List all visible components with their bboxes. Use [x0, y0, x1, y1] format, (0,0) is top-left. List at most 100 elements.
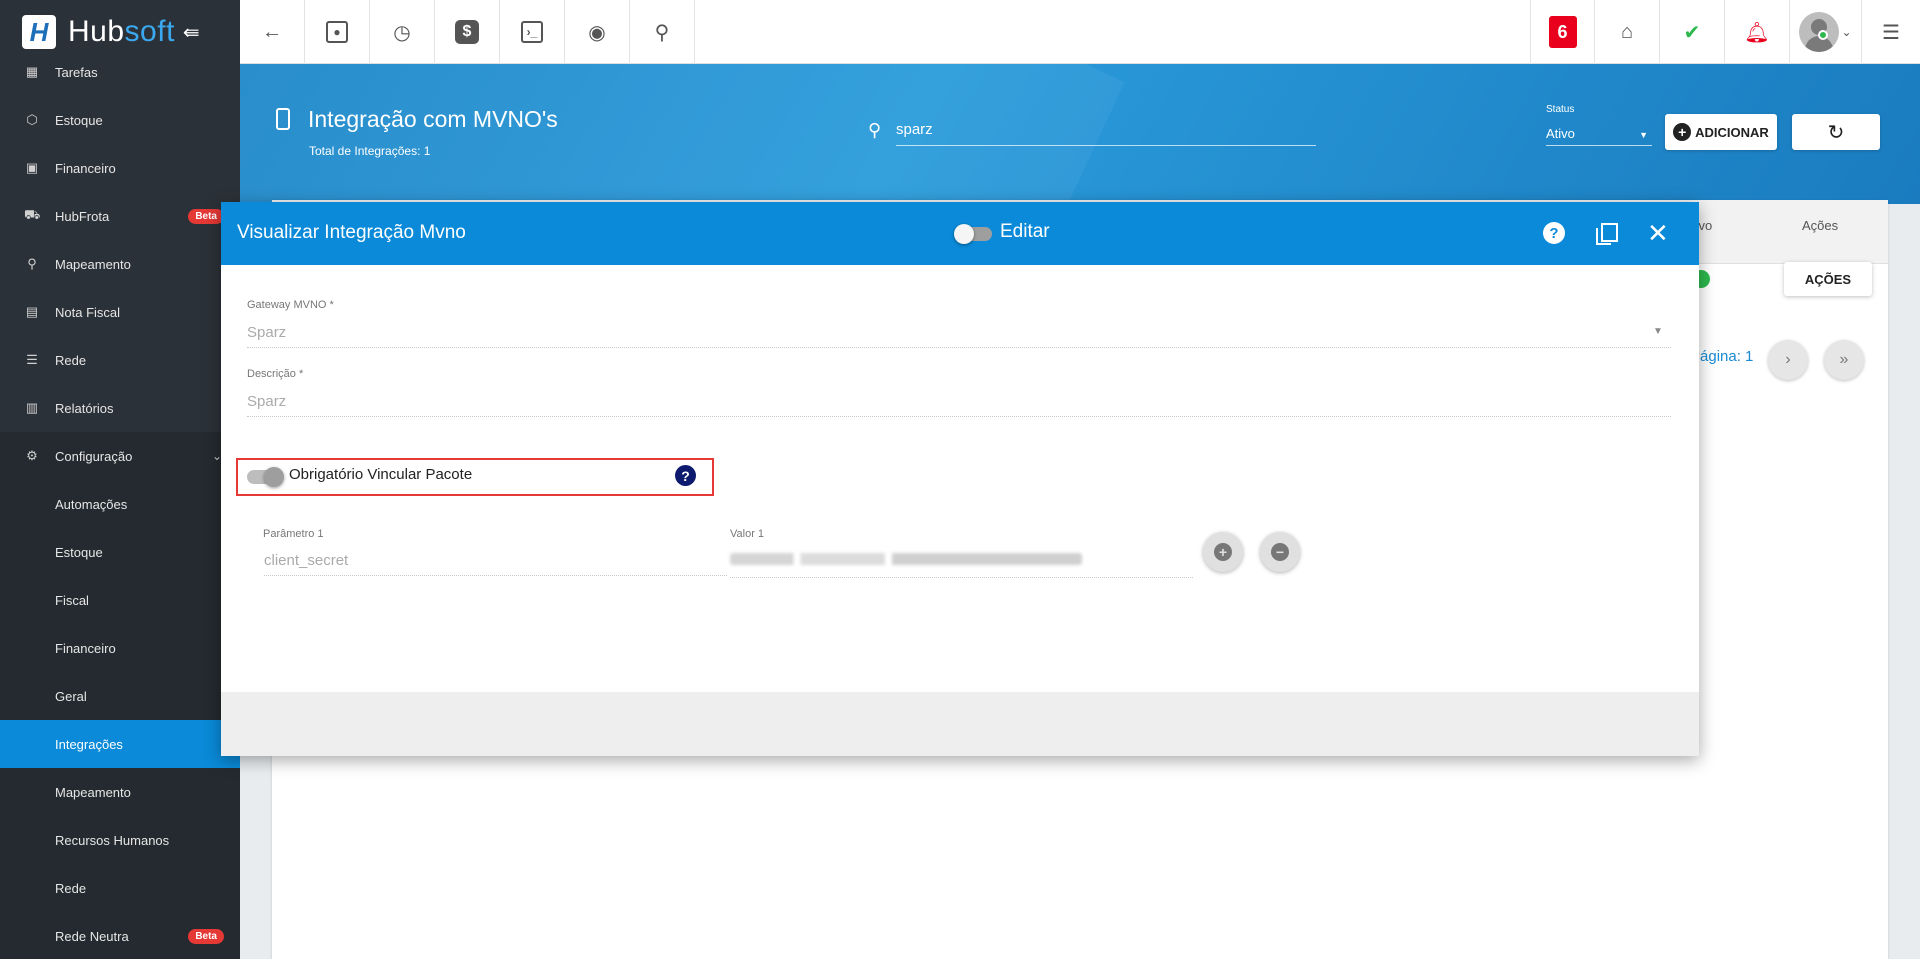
sidebar-subitem-recursos-humanos[interactable]: Recursos Humanos — [0, 816, 240, 864]
help-icon[interactable]: ? — [675, 465, 696, 486]
status-select[interactable]: Ativo ▼ — [1546, 118, 1652, 146]
sidebar-item-nota-fiscal[interactable]: ▤ Nota Fiscal — [0, 288, 240, 336]
valor-field[interactable] — [730, 552, 1193, 578]
notifications-count-button[interactable]: 6 — [1530, 0, 1595, 64]
collapse-menu-icon[interactable]: ⇚ — [183, 20, 200, 45]
last-page-button[interactable]: » — [1824, 340, 1864, 380]
pagination-text: Página: 1 — [1690, 348, 1754, 365]
online-status-dot — [1818, 30, 1828, 40]
chat-button[interactable]: ✔ — [1660, 0, 1725, 64]
sidebar-item-label: Estoque — [55, 112, 103, 128]
edit-toggle[interactable] — [954, 224, 992, 244]
search-button[interactable]: ⚲ — [630, 0, 695, 64]
sidebar-subitem-rede[interactable]: Rede — [0, 864, 240, 912]
dollar-icon: $ — [455, 20, 479, 44]
page-header: Integração com MVNO's Total de Integraçõ… — [240, 64, 1920, 204]
gift-button[interactable]: ⌂ — [1595, 0, 1660, 64]
double-chevron-right-icon: » — [1839, 351, 1849, 368]
parametro-label: Parâmetro 1 — [263, 528, 324, 540]
terminal-icon: ›_ — [521, 21, 543, 43]
sidebar-item-label: Integrações — [55, 736, 123, 752]
sidebar-item-relatorios[interactable]: ▥ Relatórios — [0, 384, 240, 432]
sidebar-item-label: Mapeamento — [55, 784, 131, 800]
chat-icon: ✔ — [1683, 21, 1701, 44]
add-parameter-button[interactable]: + — [1203, 532, 1243, 572]
map-pin-icon: ⚲ — [27, 256, 37, 271]
menu-list-button[interactable]: ☰ — [1862, 0, 1920, 64]
alerts-button[interactable]: 🔔︎ — [1725, 0, 1790, 64]
column-acoes: Ações — [1802, 218, 1839, 233]
descricao-label: Descrição * — [247, 368, 304, 380]
modal-title: Visualizar Integração Mvno — [237, 222, 466, 243]
list-icon: ☰ — [1882, 21, 1900, 44]
sidebar-item-hubfrota[interactable]: ⛟ HubFrota Beta — [0, 192, 240, 240]
server-icon: ☰ — [26, 352, 38, 367]
sidebar-item-label: Fiscal — [55, 592, 89, 608]
back-button[interactable]: ← — [240, 0, 305, 64]
sidebar-item-mapeamento[interactable]: ⚲ Mapeamento — [0, 240, 240, 288]
sidebar-subitem-financeiro[interactable]: Financeiro — [0, 624, 240, 672]
sidebar-item-financeiro[interactable]: ▣ Financeiro — [0, 144, 240, 192]
gateway-select[interactable]: Sparz — [247, 324, 1671, 348]
sidebar-subitem-automacoes[interactable]: Automações — [0, 480, 240, 528]
user-menu-button[interactable]: ⌄ — [1790, 0, 1862, 64]
search-input[interactable] — [896, 114, 1316, 146]
sidebar-subitem-fiscal[interactable]: Fiscal — [0, 576, 240, 624]
money-icon: ▣ — [25, 160, 39, 175]
copy-icon[interactable] — [1595, 223, 1618, 245]
page-subtitle: Total de Integrações: 1 — [309, 144, 431, 158]
sidebar-item-label: Rede Neutra — [55, 928, 129, 944]
contact-icon: ● — [326, 21, 348, 43]
chevron-down-icon: ⌄ — [1841, 25, 1852, 39]
sidebar-item-estoque[interactable]: ⬡ Estoque — [0, 96, 240, 144]
next-page-button[interactable]: › — [1768, 340, 1808, 380]
sidebar-subitem-rede-neutra[interactable]: Rede Neutra Beta — [0, 912, 240, 959]
sidebar-item-label: Configuração — [55, 448, 133, 464]
toggle-knob — [954, 224, 974, 244]
sidebar-item-label: Financeiro — [55, 160, 116, 176]
sidebar-subitem-integracoes[interactable]: Integrações — [0, 720, 240, 768]
schedule-button[interactable]: ◷ — [370, 0, 435, 64]
sidebar-item-label: Estoque — [55, 544, 103, 560]
chevron-right-icon: › — [1785, 351, 1791, 368]
caret-down-icon: ▼ — [1653, 326, 1663, 337]
minus-icon: − — [1271, 543, 1289, 561]
document-icon: ▤ — [25, 304, 39, 319]
terminal-button[interactable]: ›_ — [500, 0, 565, 64]
row-actions-button[interactable]: AÇÕES — [1784, 262, 1872, 296]
calendar-icon: ▦ — [25, 64, 39, 79]
refresh-button[interactable]: ↻ — [1792, 114, 1880, 150]
hubsoft-logo-icon[interactable]: H — [22, 15, 56, 49]
brand-name: Hubsoft — [68, 15, 175, 48]
logo-bar: H Hubsoft ⇚ — [0, 0, 240, 64]
modal-footer — [221, 692, 1699, 756]
redacted-value — [730, 553, 1082, 565]
top-toolbar: ← ● ◷ $ ›_ ◉ ⚲ 6 ⌂ ✔ 🔔︎ ⌄ ☰ — [240, 0, 1920, 64]
obrigatorio-vincular-pacote-toggle[interactable] — [247, 467, 284, 487]
page-title: Integração com MVNO's — [308, 106, 558, 132]
gear-icon: ⚙ — [26, 448, 38, 463]
sidebar-item-label: Rede — [55, 352, 87, 368]
sidebar-subitem-mapeamento[interactable]: Mapeamento — [0, 768, 240, 816]
remove-parameter-button[interactable]: − — [1260, 532, 1300, 572]
view-button[interactable]: ◉ — [565, 0, 630, 64]
help-icon[interactable]: ? — [1543, 222, 1565, 244]
sidebar-subitem-estoque[interactable]: Estoque — [0, 528, 240, 576]
notification-count: 6 — [1548, 16, 1577, 48]
sidebar-item-rede[interactable]: ☰ Rede — [0, 336, 240, 384]
bell-icon: 🔔︎ — [1744, 21, 1770, 44]
parametro-field[interactable]: client_secret — [264, 552, 727, 576]
sidebar-subitem-geral[interactable]: Geral — [0, 672, 240, 720]
descricao-field[interactable]: Sparz — [247, 393, 1671, 417]
add-button[interactable]: + ADICIONAR — [1665, 114, 1777, 150]
sidebar: ▦ Tarefas ⬡ Estoque ▣ Financeiro ⛟ HubFr… — [0, 0, 240, 959]
sidebar-item-label: Financeiro — [55, 640, 116, 656]
sidebar-item-label: Mapeamento — [55, 256, 131, 272]
sidebar-item-label: HubFrota — [55, 208, 110, 224]
sidebar-item-configuracao[interactable]: ⚙ Configuração ⌄ — [0, 432, 240, 480]
finance-button[interactable]: $ — [435, 0, 500, 64]
search-icon: ⚲ — [654, 21, 670, 44]
contacts-button[interactable]: ● — [305, 0, 370, 64]
close-icon[interactable]: ✕ — [1647, 218, 1669, 249]
valor-label: Valor 1 — [730, 528, 765, 540]
